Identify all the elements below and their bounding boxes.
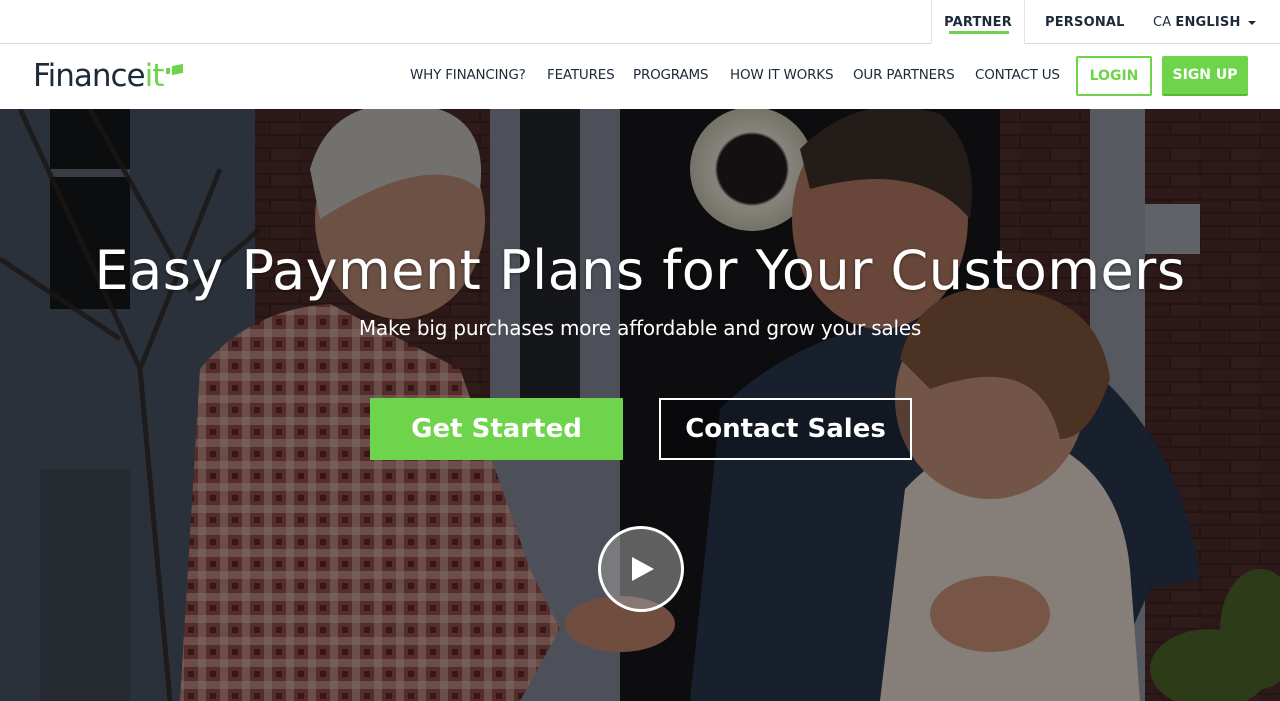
hero-section: Easy Payment Plans for Your Customers Ma…: [0, 109, 1280, 701]
nav-why-financing[interactable]: WHY FINANCING?: [410, 44, 526, 106]
play-video-button[interactable]: [598, 526, 684, 612]
hero-overlay: [0, 109, 1280, 701]
tab-partner[interactable]: PARTNER: [931, 0, 1025, 45]
nav-features[interactable]: FEATURES: [547, 44, 615, 106]
tab-personal-label: PERSONAL: [1045, 14, 1125, 30]
nav-how-it-works[interactable]: HOW IT WORKS: [730, 44, 834, 106]
utility-bar: PARTNER PERSONAL CA ENGLISH: [0, 0, 1280, 45]
signup-button[interactable]: SIGN UP: [1162, 56, 1248, 96]
logo-text: Finance: [33, 58, 146, 94]
nav-link[interactable]: WHY FINANCING?: [410, 67, 526, 83]
play-icon: [632, 557, 654, 581]
get-started-button[interactable]: Get Started: [370, 398, 623, 460]
nav-link[interactable]: OUR PARTNERS: [853, 67, 955, 83]
active-tab-indicator: [949, 31, 1009, 34]
main-nav: Finance it WHY FINANCING? FEATURES PROGRA…: [0, 44, 1280, 109]
nav-our-partners[interactable]: OUR PARTNERS: [853, 44, 955, 106]
language-selector[interactable]: CA ENGLISH: [1153, 0, 1256, 44]
language-label: ENGLISH: [1175, 14, 1241, 30]
contact-sales-button[interactable]: Contact Sales: [659, 398, 912, 460]
region-label: CA: [1153, 14, 1172, 30]
nav-link[interactable]: HOW IT WORKS: [730, 67, 834, 83]
tab-personal[interactable]: PERSONAL: [1045, 0, 1125, 44]
caret-down-icon: [1247, 21, 1256, 25]
hero-title: Easy Payment Plans for Your Customers: [94, 239, 1186, 302]
tab-partner-label: PARTNER: [944, 15, 1012, 30]
financeit-logo[interactable]: Finance it: [33, 56, 184, 96]
nav-link[interactable]: FEATURES: [547, 67, 615, 83]
login-button[interactable]: LOGIN: [1076, 56, 1152, 96]
logo-accent: it: [144, 58, 165, 94]
nav-link[interactable]: PROGRAMS: [633, 67, 708, 83]
hero-subtitle: Make big purchases more affordable and g…: [358, 316, 922, 340]
nav-link[interactable]: CONTACT US: [975, 67, 1060, 83]
price-tag-icon: [166, 63, 184, 75]
nav-contact-us[interactable]: CONTACT US: [975, 44, 1060, 106]
nav-programs[interactable]: PROGRAMS: [633, 44, 708, 106]
